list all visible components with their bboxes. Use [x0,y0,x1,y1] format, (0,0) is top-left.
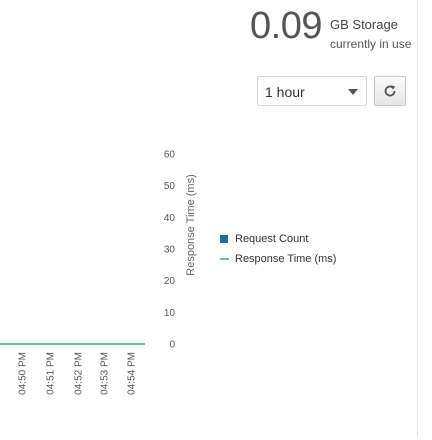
square-swatch-icon [220,235,228,243]
x-tick-label: 04:52 PM [74,352,85,395]
x-tick-label: 04:50 PM [18,352,29,395]
storage-subtitle: currently in use [330,37,412,51]
y-axis-title: Response Time (ms) [185,174,197,275]
refresh-icon [384,85,396,97]
y-tick-label: 0 [169,340,175,351]
time-range-select[interactable]: 1 hour [257,76,367,106]
storage-unit-label: GB Storage [330,17,398,32]
y-tick-label: 10 [164,308,176,319]
y-tick-label: 60 [164,150,176,161]
legend-label: Response Time (ms) [235,253,337,265]
x-axis-ticks: 04:50 PM 04:51 PM 04:52 PM 04:53 PM 04:54 PM [18,352,138,395]
y-axis-ticks: 0 10 20 30 40 50 60 [164,150,176,351]
refresh-button[interactable] [374,76,406,106]
y-tick-label: 40 [164,213,176,224]
x-tick-label: 04:53 PM [100,352,111,395]
y-tick-label: 30 [164,245,176,256]
x-tick-label: 04:54 PM [127,352,138,395]
y-tick-label: 50 [164,181,176,192]
x-tick-label: 04:51 PM [46,352,57,395]
line-swatch-icon [220,258,229,260]
y-tick-label: 20 [164,276,176,287]
chart: 0102030405060 04:50 PM 04:51 PM 04:52 PM 04… [0,150,197,395]
panel-border [417,0,418,437]
storage-value: 0.09 [250,5,322,47]
chevron-down-icon [348,89,358,95]
time-range-value: 1 hour [265,84,305,100]
legend-label: Request Count [235,233,309,245]
